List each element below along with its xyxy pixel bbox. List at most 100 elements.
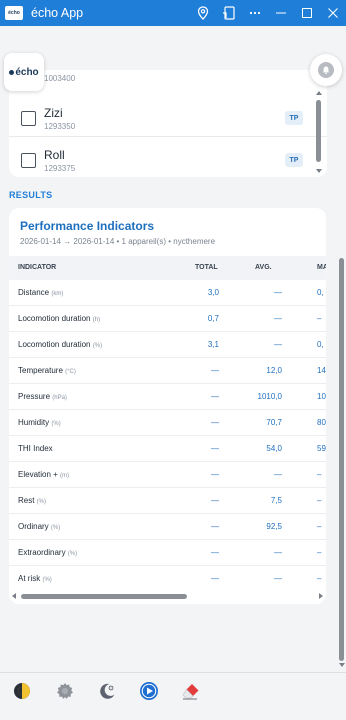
total-cell: — xyxy=(211,444,219,453)
moon-star-icon[interactable] xyxy=(96,680,118,702)
brand-badge[interactable]: écho xyxy=(4,53,44,91)
device-tag-badge: TP xyxy=(285,111,303,125)
indicator-name: Locomotion duration xyxy=(18,340,91,349)
total-cell: 3,1 xyxy=(207,340,219,349)
avg-cell: — xyxy=(274,314,282,323)
indicator-name: At risk xyxy=(18,574,41,583)
table-row: Humidity (%) — 70,7 80, xyxy=(9,410,326,436)
table-row: Temperature (°C) — 12,0 14, xyxy=(9,358,326,384)
list-scroll-down-arrow-icon[interactable] xyxy=(316,169,322,173)
table-row: Rest (%) — 7,5 – xyxy=(9,488,326,514)
device-checkbox[interactable] xyxy=(21,111,36,126)
table-row: Ordinary (%) — 92,5 – xyxy=(9,514,326,540)
table-row: Locomotion duration (%) 3,1 — 0, xyxy=(9,332,326,358)
device-row-zizi[interactable]: Zizi 1293350 TP xyxy=(9,104,327,144)
indicator-unit: (°C) xyxy=(65,369,76,375)
column-header-avg[interactable]: AVG. xyxy=(255,264,272,271)
performance-indicators-card: Performance Indicators 2026-01-14 → 2026… xyxy=(9,208,326,604)
total-cell: 3,0 xyxy=(207,288,219,297)
total-cell: — xyxy=(211,418,219,427)
indicator-cell: Pressure (hPa) xyxy=(18,392,67,401)
table-row: Locomotion duration (h) 0,7 — – xyxy=(9,306,326,332)
device-id: 1293350 xyxy=(44,122,76,131)
device-list-card: 1003400 Zizi 1293350 TP Roll 1293375 TP xyxy=(9,70,327,177)
page-scrollbar-thumb[interactable] xyxy=(339,258,344,661)
max-cell: 101 xyxy=(317,392,326,401)
row-divider xyxy=(9,136,327,137)
close-icon[interactable] xyxy=(320,0,346,26)
play-icon[interactable] xyxy=(138,680,160,702)
indicator-cell: Extraordinary (%) xyxy=(18,548,77,557)
device-name: Roll xyxy=(44,148,65,162)
column-header-total[interactable]: TOTAL xyxy=(195,264,218,271)
cast-screen-icon[interactable] xyxy=(216,0,242,26)
indicator-cell: Distance (km) xyxy=(18,288,63,297)
app-title: écho App xyxy=(31,6,84,20)
table-scroll-left-arrow-icon[interactable] xyxy=(12,593,16,599)
day-night-icon[interactable] xyxy=(11,680,33,702)
column-header-max[interactable]: MA xyxy=(317,264,326,271)
list-scrollbar-thumb[interactable] xyxy=(316,100,321,162)
app-logo-text: écho xyxy=(8,10,20,16)
total-cell: — xyxy=(211,574,219,583)
device-row-roll[interactable]: Roll 1293375 TP xyxy=(9,146,327,177)
indicator-name: Elevation + xyxy=(18,470,58,479)
indicator-unit: (h) xyxy=(92,317,101,323)
table-row: THI Index — 54,0 59, xyxy=(9,436,326,462)
indicator-name: Temperature xyxy=(18,366,63,375)
avg-cell: — xyxy=(274,340,282,349)
device-checkbox[interactable] xyxy=(21,153,36,168)
indicator-unit: (%) xyxy=(50,525,61,531)
max-cell: – xyxy=(317,522,322,531)
device-name: Zizi xyxy=(44,106,63,120)
page-scroll-down-arrow-icon[interactable] xyxy=(339,663,345,667)
brand-dot-icon xyxy=(9,69,15,75)
indicator-unit: (%) xyxy=(36,499,47,505)
gear-icon[interactable] xyxy=(54,680,76,702)
list-scroll-up-arrow-icon[interactable] xyxy=(316,91,322,95)
indicator-cell: THI Index xyxy=(18,444,53,453)
table-scroll-right-arrow-icon[interactable] xyxy=(319,593,323,599)
maximize-icon[interactable] xyxy=(294,0,320,26)
avg-cell: — xyxy=(274,470,282,479)
indicator-unit: (m) xyxy=(60,473,70,479)
max-cell: 0, xyxy=(317,288,324,297)
minimize-icon[interactable] xyxy=(268,0,294,26)
max-cell: – xyxy=(317,548,322,557)
indicator-name: Locomotion duration xyxy=(18,314,91,323)
title-bar-actions xyxy=(190,0,346,26)
indicator-cell: At risk (%) xyxy=(18,574,52,583)
location-pin-icon[interactable] xyxy=(190,0,216,26)
indicator-name: Humidity xyxy=(18,418,50,427)
more-options-icon[interactable] xyxy=(242,0,268,26)
total-cell: — xyxy=(211,522,219,531)
column-header-indicator[interactable]: INDICATOR xyxy=(18,264,56,271)
avg-cell: 54,0 xyxy=(266,444,282,453)
device-id-cutoff: 1003400 xyxy=(44,74,76,83)
indicator-cell: Humidity (%) xyxy=(18,418,61,427)
avg-cell: — xyxy=(274,574,282,583)
indicators-table: INDICATOR TOTAL AVG. MA Distance (km) 3,0… xyxy=(9,256,326,588)
avg-cell: 12,0 xyxy=(266,366,282,375)
notification-button[interactable] xyxy=(310,54,342,86)
avg-cell: — xyxy=(274,288,282,297)
total-cell: — xyxy=(211,470,219,479)
bottom-toolbar xyxy=(0,672,346,720)
indicator-unit: (km) xyxy=(51,291,64,297)
eraser-icon[interactable] xyxy=(180,680,202,702)
table-row: Elevation + (m) — — – xyxy=(9,462,326,488)
total-cell: 0,7 xyxy=(207,314,219,323)
total-cell: — xyxy=(211,496,219,505)
table-row: At risk (%) — — – xyxy=(9,566,326,588)
indicator-unit: (%) xyxy=(42,577,52,583)
app-logo: écho xyxy=(5,6,23,20)
max-cell: 80, xyxy=(317,418,326,427)
indicator-unit: (hPa) xyxy=(52,395,67,401)
indicator-cell: Temperature (°C) xyxy=(18,366,76,375)
table-horizontal-scrollbar-thumb[interactable] xyxy=(21,594,187,599)
indicator-name: THI Index xyxy=(18,444,53,453)
table-header: INDICATOR TOTAL AVG. MA xyxy=(9,256,326,280)
avg-cell: 7,5 xyxy=(270,496,282,505)
avg-cell: — xyxy=(274,548,282,557)
indicator-cell: Ordinary (%) xyxy=(18,522,60,531)
